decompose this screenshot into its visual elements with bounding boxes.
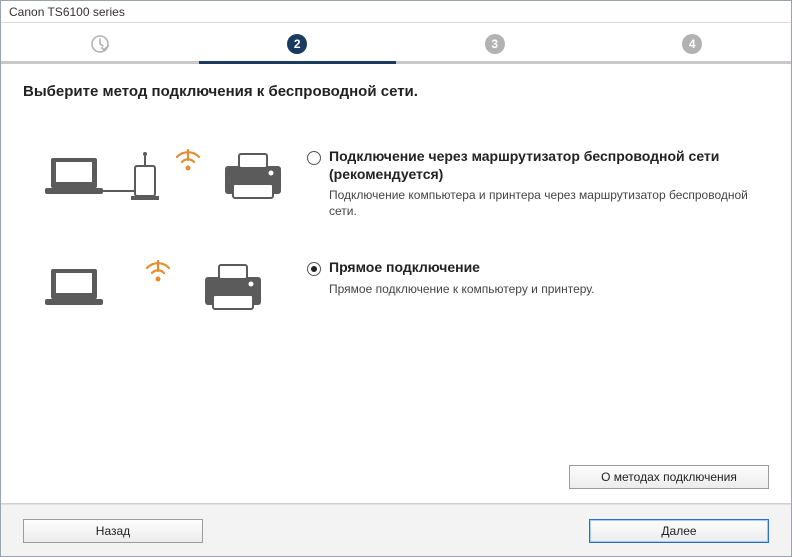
installer-window: Canon TS6100 series 2 3 4 Выбер [0, 0, 792, 557]
option-direct-text: Прямое подключение Прямое подключение к … [307, 251, 769, 297]
connection-options: Подключение через маршрутизатор беспрово… [43, 140, 769, 321]
step-1 [1, 23, 199, 64]
step-1-circle [90, 34, 110, 54]
about-methods-button[interactable]: О методах подключения [569, 465, 769, 489]
option-direct-label: Прямое подключение [329, 259, 594, 277]
option-router-desc: Подключение компьютера и принтера через … [329, 187, 769, 219]
step-3: 3 [396, 23, 594, 64]
step-4-circle: 4 [682, 34, 702, 54]
option-router-label: Подключение через маршрутизатор беспрово… [329, 148, 769, 183]
diagram-router [43, 140, 293, 210]
footer: Назад Далее [1, 504, 791, 556]
title-bar: Canon TS6100 series [1, 1, 791, 23]
clock-check-icon [90, 34, 110, 54]
back-button[interactable]: Назад [23, 519, 203, 543]
radio-router[interactable] [307, 151, 321, 165]
step-2: 2 [199, 23, 397, 64]
step-2-circle: 2 [287, 34, 307, 54]
option-router-text: Подключение через маршрутизатор беспрово… [307, 140, 769, 219]
content-area: Выберите метод подключения к беспроводно… [1, 65, 791, 504]
step-indicator: 2 3 4 [1, 23, 791, 65]
radio-direct[interactable] [307, 262, 321, 276]
step-3-circle: 3 [485, 34, 505, 54]
window-title: Canon TS6100 series [9, 5, 125, 19]
page-heading: Выберите метод подключения к беспроводно… [23, 83, 769, 100]
diagram-direct [43, 251, 293, 321]
option-direct-desc: Прямое подключение к компьютеру и принте… [329, 281, 594, 297]
step-4: 4 [594, 23, 792, 64]
about-row: О методах подключения [569, 465, 769, 489]
next-button[interactable]: Далее [589, 519, 769, 543]
option-router[interactable]: Подключение через маршрутизатор беспрово… [43, 140, 769, 219]
option-direct[interactable]: Прямое подключение Прямое подключение к … [43, 251, 769, 321]
